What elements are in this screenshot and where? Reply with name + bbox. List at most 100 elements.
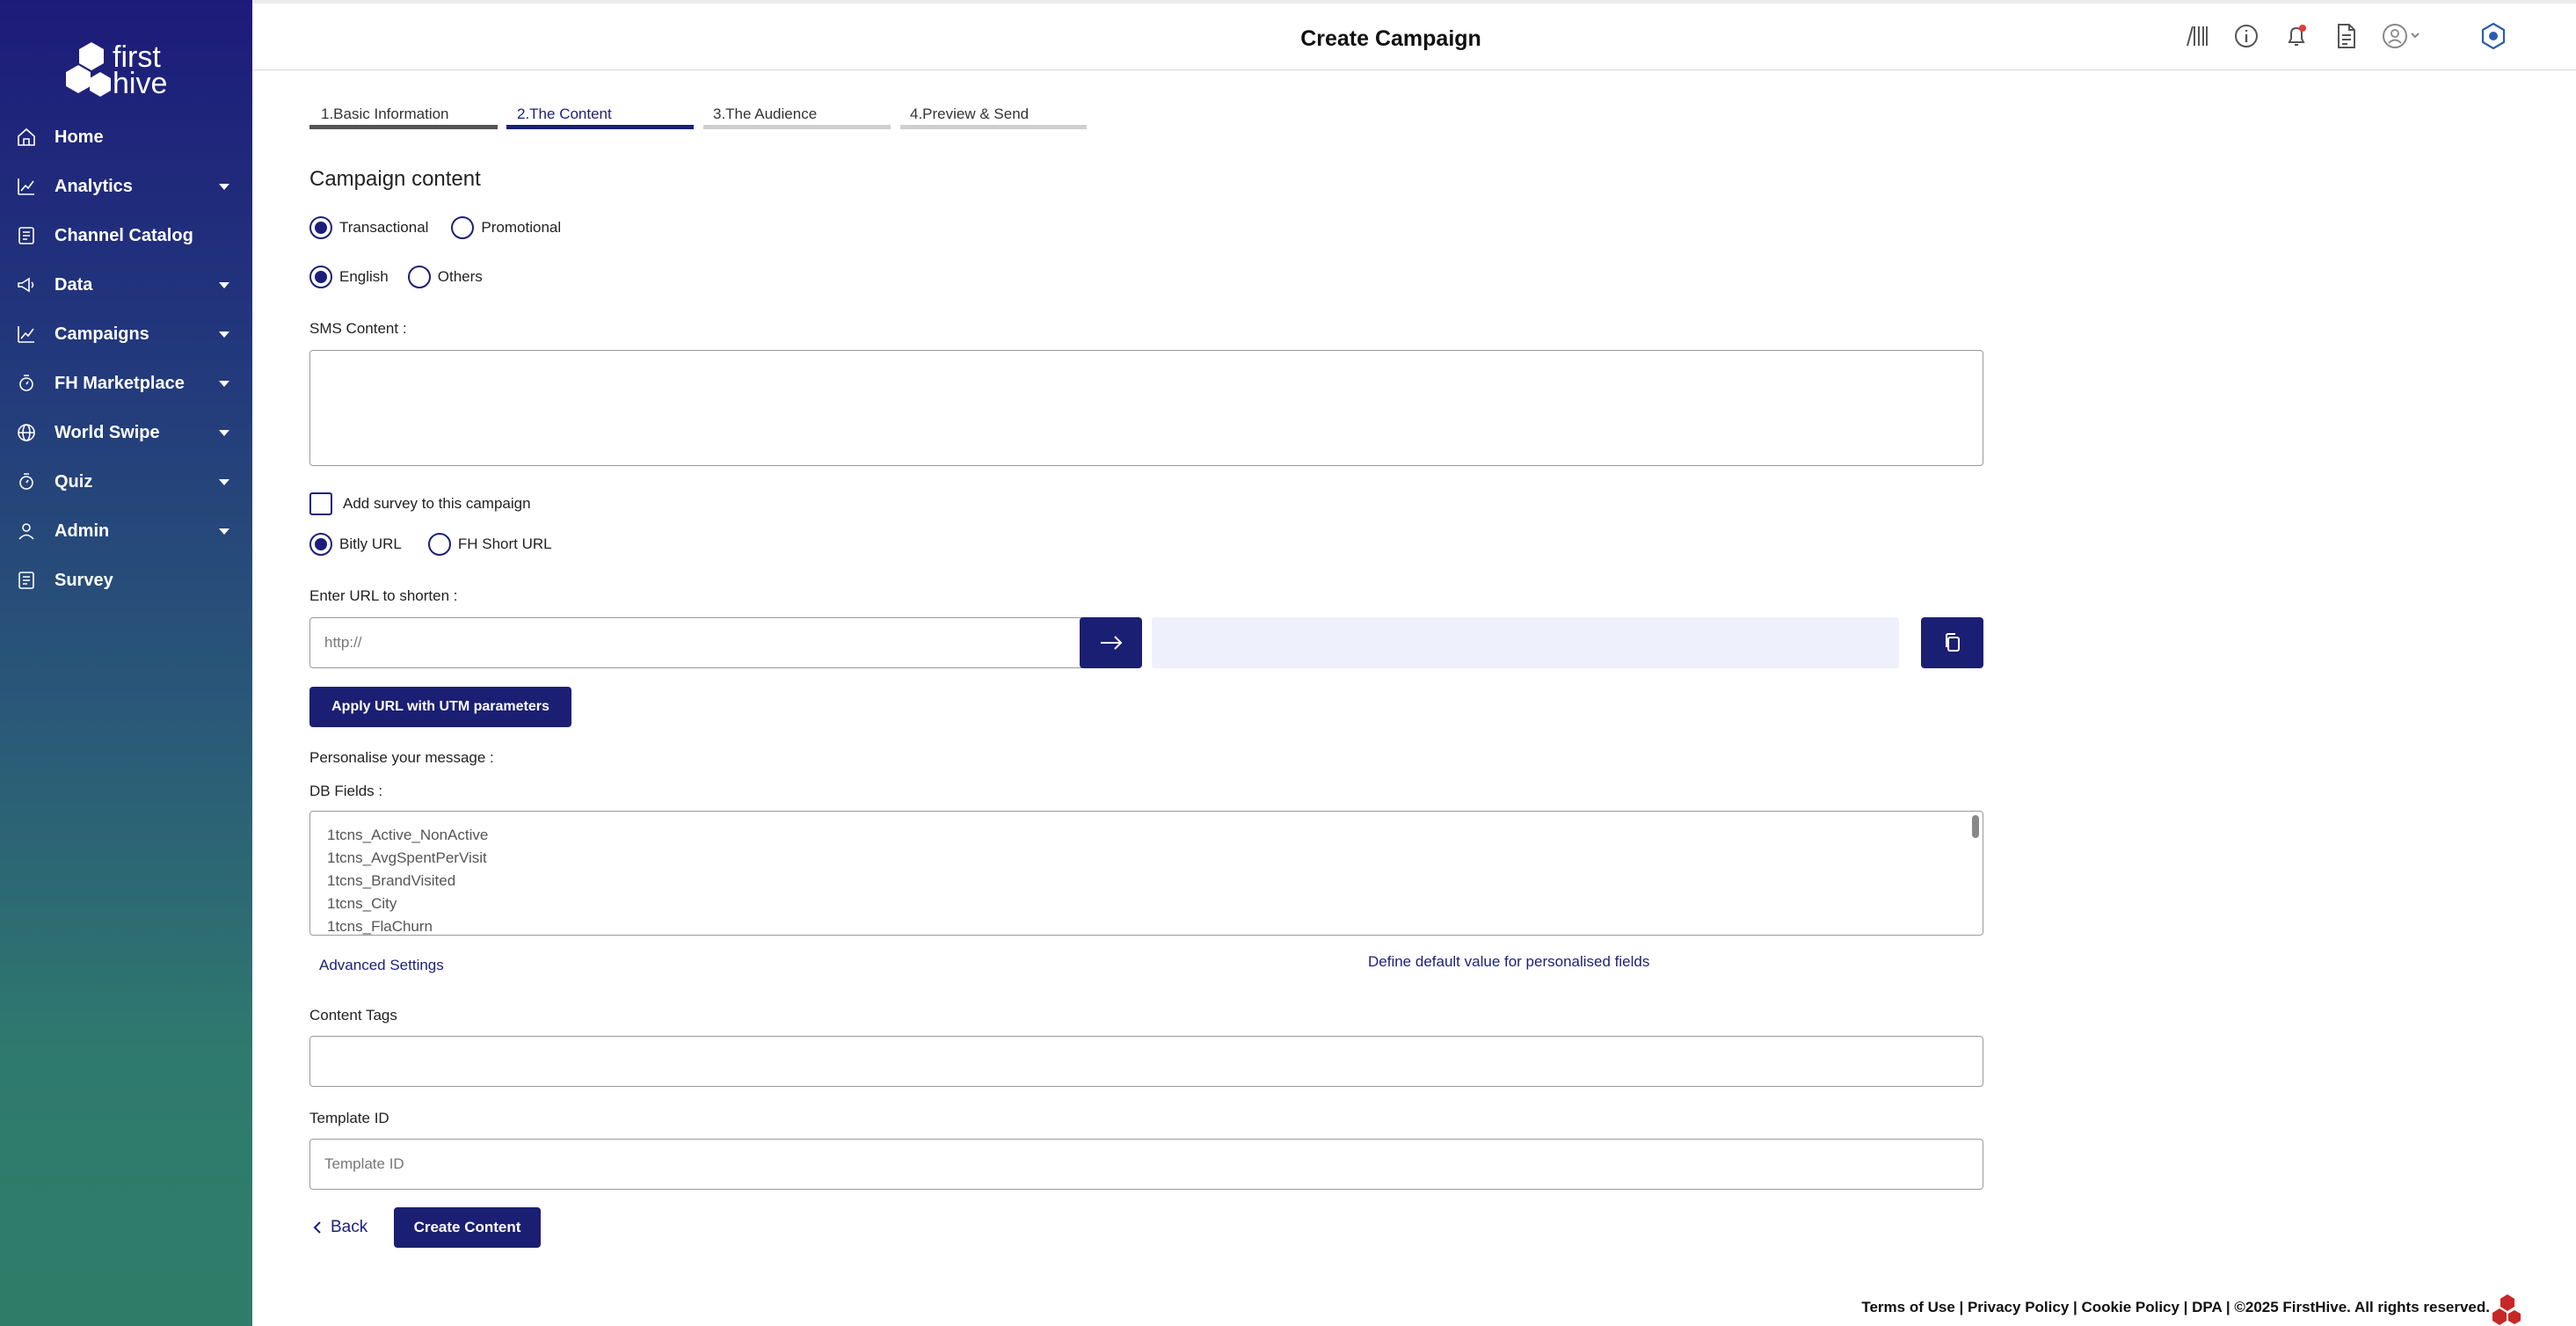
marketplace-icon (19, 375, 33, 391)
copy-url-button[interactable] (1921, 617, 1983, 668)
radio-label-fh-short-url: FH Short URL (457, 536, 552, 552)
firsthive-footer-logo-icon (2492, 1294, 2521, 1325)
radio-transactional[interactable] (309, 216, 332, 239)
sidebar-item-label: Campaigns (55, 324, 149, 344)
db-field-item[interactable]: 1tcns_AvgSpentPerVisit (327, 847, 1983, 870)
define-default-value-link[interactable]: Define default value for personalised fi… (1368, 953, 1649, 971)
document-icon[interactable] (2331, 21, 2361, 51)
sidebar-item-home[interactable]: Home (0, 113, 252, 162)
sidebar: first hive Home Analytics Channel Catalo… (0, 0, 252, 1326)
radio-bitly-url[interactable] (309, 533, 332, 556)
sidebar-item-label: Survey (55, 570, 113, 590)
sidebar-item-label: Home (55, 127, 104, 147)
scroll-thumb[interactable] (1972, 815, 1979, 838)
sidebar-item-label: Analytics (55, 176, 133, 196)
catalog-icon (18, 227, 34, 244)
sidebar-item-analytics[interactable]: Analytics (0, 162, 252, 211)
add-survey-label: Add survey to this campaign (343, 495, 531, 512)
radio-promotional[interactable] (451, 216, 475, 239)
sms-content-label: SMS Content : (309, 320, 407, 337)
section-title: Campaign content (309, 167, 481, 191)
sidebar-nav: Home Analytics Channel Catalog Data Camp… (0, 113, 252, 605)
firsthive-logo[interactable]: first hive (65, 40, 188, 102)
sidebar-item-label: World Swipe (55, 422, 160, 442)
db-fields-list[interactable]: 1tcns_Active_NonActive 1tcns_AvgSpentPer… (309, 811, 1983, 936)
copy-icon (1945, 633, 1960, 652)
chart-icon (18, 326, 34, 343)
add-survey-checkbox[interactable] (309, 492, 332, 515)
quiz-icon (19, 473, 33, 490)
step-preview-send[interactable]: 4.Preview & Send (910, 106, 1029, 123)
sidebar-item-label: FH Marketplace (55, 373, 185, 393)
radio-selected-dot (315, 538, 327, 550)
db-field-item[interactable]: 1tcns_FlaChurn (327, 915, 1983, 935)
sidebar-item-label: Admin (55, 521, 110, 541)
globe-icon (18, 424, 35, 441)
personalise-label: Personalise your message : (309, 749, 494, 766)
settings-hexagon-icon[interactable] (2478, 21, 2508, 51)
db-fields-label: DB Fields : (309, 783, 383, 799)
chevron-left-icon (313, 1221, 321, 1234)
sidebar-item-survey[interactable]: Survey (0, 556, 252, 605)
home-icon (18, 128, 35, 146)
chevron-down-icon (219, 282, 229, 288)
sidebar-item-admin[interactable]: Admin (0, 506, 252, 556)
chevron-down-icon (219, 332, 229, 338)
chevron-down-icon (219, 430, 229, 436)
megaphone-icon (18, 277, 34, 293)
step-progress-bar-4 (900, 125, 1087, 129)
chevron-down-icon (219, 528, 229, 535)
info-icon[interactable] (2231, 21, 2261, 51)
radio-label-english: English (339, 268, 389, 285)
language-radio-group: English Others (309, 266, 506, 288)
radio-others[interactable] (407, 266, 431, 288)
radio-fh-short-url[interactable] (427, 533, 451, 556)
template-id-input[interactable]: Template ID (309, 1139, 1983, 1190)
step-progress-bar-3 (703, 125, 891, 129)
url-input[interactable]: http:// (309, 617, 1083, 668)
sidebar-item-label: Channel Catalog (55, 225, 193, 245)
db-field-item[interactable]: 1tcns_City (327, 892, 1983, 915)
sms-content-textarea[interactable] (309, 350, 1983, 466)
survey-icon (18, 572, 34, 589)
notification-dot-icon (2299, 25, 2306, 32)
shorten-url-button[interactable] (1080, 617, 1142, 668)
user-avatar-icon[interactable] (2380, 21, 2429, 51)
sidebar-item-campaigns[interactable]: Campaigns (0, 310, 252, 359)
shortened-url-output (1152, 617, 1899, 668)
radio-selected-dot (315, 271, 327, 283)
chevron-down-icon (219, 184, 229, 190)
bell-icon[interactable] (2281, 21, 2311, 51)
db-field-item[interactable]: 1tcns_Active_NonActive (327, 824, 1983, 847)
step-the-audience[interactable]: 3.The Audience (713, 106, 817, 123)
hexagon-logo-icon (66, 42, 111, 97)
content-tags-input[interactable] (309, 1036, 1983, 1087)
sidebar-item-label: Data (55, 274, 93, 295)
logo-text: first hive (113, 42, 167, 98)
create-content-button[interactable]: Create Content (394, 1207, 541, 1248)
sidebar-item-world-swipe[interactable]: World Swipe (0, 408, 252, 457)
footer-links[interactable]: Terms of Use | Privacy Policy | Cookie P… (1861, 1299, 2490, 1316)
db-fields-scrollbar[interactable] (1970, 813, 1981, 933)
sidebar-item-data[interactable]: Data (0, 260, 252, 310)
back-button[interactable]: Back (311, 1218, 367, 1237)
chevron-down-icon (219, 479, 229, 485)
url-type-radio-group: Bitly URL FH Short URL (309, 533, 575, 556)
url-shorten-label: Enter URL to shorten : (309, 587, 458, 604)
radio-english[interactable] (309, 266, 332, 288)
content-tags-label: Content Tags (309, 1007, 397, 1024)
barcode-icon[interactable] (2182, 21, 2212, 51)
sidebar-item-quiz[interactable]: Quiz (0, 457, 252, 506)
sidebar-item-channel-catalog[interactable]: Channel Catalog (0, 211, 252, 260)
radio-label-bitly-url: Bitly URL (339, 536, 402, 552)
step-progress-bar-1 (309, 125, 498, 129)
advanced-settings-link[interactable]: Advanced Settings (319, 957, 444, 974)
db-field-item[interactable]: 1tcns_BrandVisited (327, 870, 1983, 892)
step-the-content[interactable]: 2.The Content (517, 106, 612, 123)
step-basic-information[interactable]: 1.Basic Information (321, 106, 449, 123)
chevron-down-icon (219, 381, 229, 387)
step-progress-bar-2 (506, 125, 694, 129)
sidebar-item-fh-marketplace[interactable]: FH Marketplace (0, 359, 252, 408)
header: Create Campaign (252, 4, 2576, 70)
apply-utm-button[interactable]: Apply URL with UTM parameters (309, 687, 571, 727)
